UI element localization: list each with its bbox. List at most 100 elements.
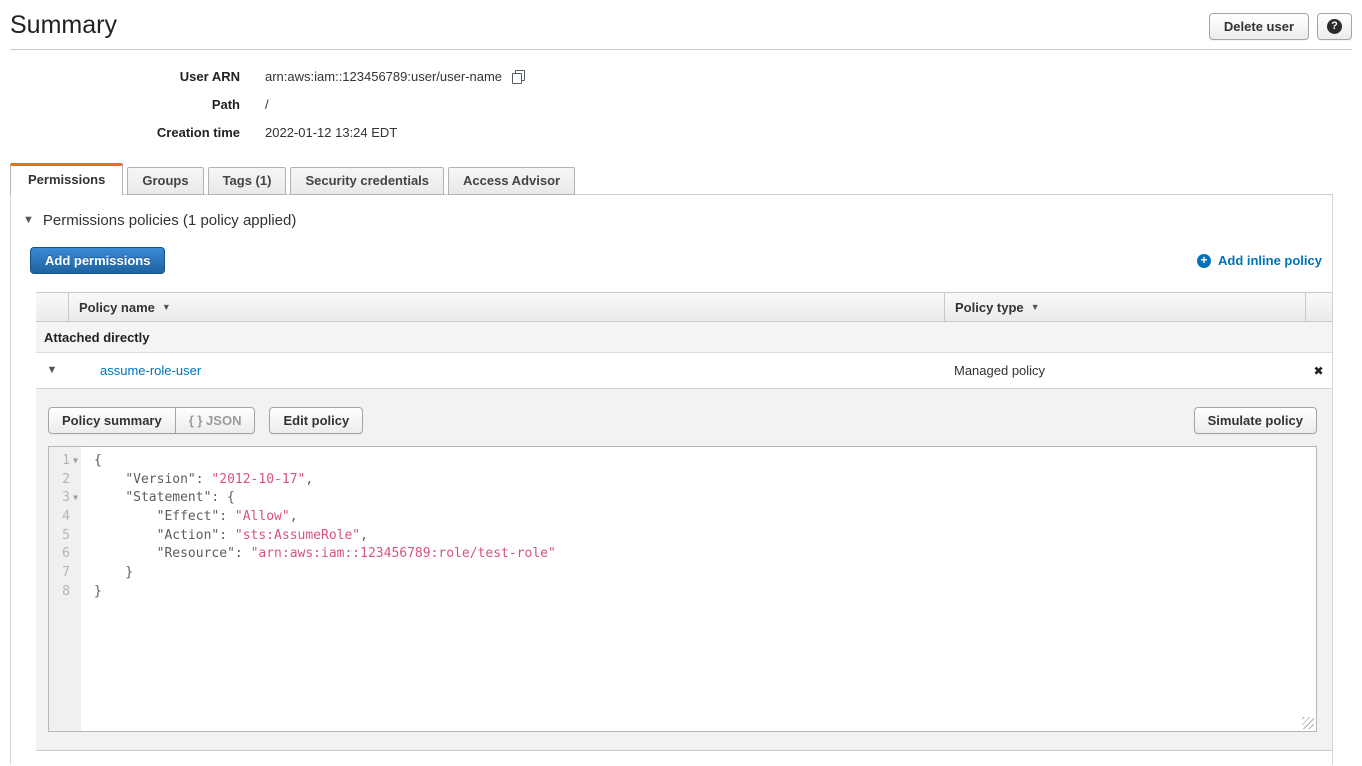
code-token: "Statement"	[125, 490, 211, 505]
add-permissions-button[interactable]: Add permissions	[30, 247, 165, 274]
code-token	[94, 546, 157, 561]
collapse-icon: ▼	[23, 215, 34, 226]
code-line: }	[94, 564, 556, 583]
delete-user-button[interactable]: Delete user	[1209, 13, 1309, 40]
policy-view-switch: Policy summary { } JSON	[48, 407, 255, 434]
policy-summary-button[interactable]: Policy summary	[48, 407, 176, 434]
gutter-line: 2	[49, 471, 81, 490]
policy-name-link[interactable]: assume-role-user	[100, 363, 201, 378]
line-number: 5	[62, 527, 70, 546]
code-line: }	[94, 583, 556, 602]
remove-policy-icon[interactable]: ✖	[1313, 365, 1323, 377]
policies-table: Policy name ▼ Policy type ▼ Attached dir…	[36, 292, 1332, 751]
fold-icon[interactable]: ▼	[70, 452, 81, 471]
fold-icon[interactable]: ▼	[70, 489, 81, 508]
code-line: "Resource": "arn:aws:iam::123456789:role…	[94, 545, 556, 564]
code-token	[94, 490, 125, 505]
editor-code[interactable]: { "Version": "2012-10-17", "Statement": …	[81, 447, 556, 731]
code-token: }	[94, 565, 133, 580]
code-token: :	[235, 546, 251, 561]
tab-permissions[interactable]: Permissions	[10, 163, 123, 195]
permissions-toolbar: Add permissions + Add inline policy	[30, 247, 1322, 274]
detail-value: 2022-01-12 13:24 EDT	[265, 125, 397, 140]
tab-bar: PermissionsGroupsTags (1)Security creden…	[10, 163, 1362, 194]
gutter-line: 3▼	[49, 489, 81, 508]
column-policy-name[interactable]: Policy name ▼	[68, 293, 944, 321]
actions-column-header	[1305, 293, 1332, 321]
plus-icon: +	[1197, 254, 1211, 268]
iam-user-summary-page: Summary Delete user ? User ARN arn:aws:ia…	[0, 0, 1362, 766]
gutter-line: 7	[49, 564, 81, 583]
detail-value: arn:aws:iam::123456789:user/user-name	[265, 69, 502, 84]
gutter-line: 8	[49, 583, 81, 602]
code-token: :	[196, 472, 212, 487]
line-number: 7	[62, 564, 70, 583]
permissions-policies-section-header[interactable]: ▼ Permissions policies (1 policy applied…	[23, 209, 1332, 231]
simulate-policy-button[interactable]: Simulate policy	[1194, 407, 1317, 434]
json-editor[interactable]: 1▼23▼45678 { "Version": "2012-10-17", "S…	[48, 446, 1317, 732]
sort-icon: ▼	[162, 302, 171, 312]
page-header: Summary Delete user ?	[0, 0, 1362, 40]
tab-tags-1[interactable]: Tags (1)	[208, 167, 287, 195]
editor-gutter: 1▼23▼45678	[49, 447, 81, 731]
line-number: 8	[62, 583, 70, 602]
table-row: ▼ assume-role-user Managed policy ✖	[36, 353, 1332, 388]
code-line: "Effect": "Allow",	[94, 508, 556, 527]
table-header-row: Policy name ▼ Policy type ▼	[36, 292, 1332, 322]
group-header-label: Attached directly	[44, 330, 149, 345]
tab-access-advisor[interactable]: Access Advisor	[448, 167, 575, 195]
code-token: :	[219, 509, 235, 524]
group-header-row: Attached directly	[36, 322, 1332, 353]
code-token: :	[219, 528, 235, 543]
detail-rows: User ARN arn:aws:iam::123456789:user/user…	[0, 62, 1362, 146]
header-divider	[10, 49, 1352, 50]
row-expander-icon[interactable]: ▼	[47, 365, 58, 376]
gutter-line: 5	[49, 527, 81, 546]
json-button[interactable]: { } JSON	[175, 407, 256, 434]
add-inline-policy-link[interactable]: + Add inline policy	[1197, 253, 1322, 268]
detail-row: Creation time2022-01-12 13:24 EDT	[0, 118, 1362, 146]
code-token: "Action"	[157, 528, 220, 543]
code-line: {	[94, 452, 556, 471]
code-line: "Version": "2012-10-17",	[94, 471, 556, 490]
editor-resize-handle[interactable]	[1302, 717, 1314, 729]
code-token	[94, 472, 125, 487]
expander-column-header	[36, 293, 68, 321]
code-token: ,	[305, 472, 313, 487]
code-token	[94, 509, 157, 524]
section-title: Permissions policies (1 policy applied)	[43, 212, 296, 229]
help-button[interactable]: ?	[1317, 13, 1352, 40]
page-title: Summary	[10, 10, 117, 40]
line-number: 6	[62, 545, 70, 564]
gutter-line: 1▼	[49, 452, 81, 471]
policy-type-value: Managed policy	[944, 353, 1305, 388]
add-inline-policy-label: Add inline policy	[1218, 253, 1322, 268]
line-number: 3	[62, 489, 70, 508]
detail-label: Path	[0, 97, 240, 112]
code-token	[94, 528, 157, 543]
tab-groups[interactable]: Groups	[127, 167, 203, 195]
code-token: }	[94, 584, 102, 599]
copy-icon[interactable]	[512, 70, 524, 83]
detail-label: User ARN	[0, 69, 240, 84]
gutter-line: 4	[49, 508, 81, 527]
column-policy-type-label: Policy type	[955, 300, 1024, 315]
policy-detail-area: Policy summary { } JSON Edit policy Simu…	[36, 388, 1332, 751]
code-token: : {	[211, 490, 234, 505]
line-number: 4	[62, 508, 70, 527]
code-token: "2012-10-17"	[211, 472, 305, 487]
tab-security-credentials[interactable]: Security credentials	[290, 167, 444, 195]
code-token: "sts:AssumeRole"	[235, 528, 360, 543]
code-token: "Resource"	[157, 546, 235, 561]
policy-view-toolbar: Policy summary { } JSON Edit policy Simu…	[48, 407, 1317, 434]
code-line: "Statement": {	[94, 489, 556, 508]
detail-row: Path/	[0, 90, 1362, 118]
help-icon: ?	[1327, 19, 1342, 34]
line-number: 2	[62, 471, 70, 490]
column-policy-type[interactable]: Policy type ▼	[944, 293, 1305, 321]
code-token: ,	[360, 528, 368, 543]
sort-icon: ▼	[1031, 302, 1040, 312]
header-actions: Delete user ?	[1209, 10, 1352, 40]
edit-policy-button[interactable]: Edit policy	[269, 407, 363, 434]
code-token: {	[94, 453, 102, 468]
